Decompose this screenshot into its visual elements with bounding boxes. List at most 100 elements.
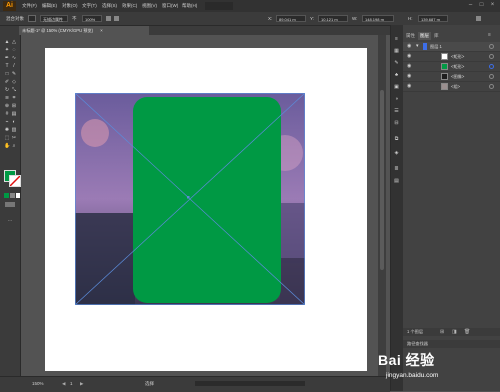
pathfinder-panel-header[interactable]: 路径查找器 bbox=[403, 340, 500, 348]
artwork[interactable] bbox=[75, 93, 305, 305]
transparency-icon[interactable]: ◑ bbox=[392, 96, 401, 103]
fill-swatch[interactable] bbox=[28, 15, 36, 22]
menu-type[interactable]: 文字(T) bbox=[82, 3, 97, 9]
menu-help[interactable]: 帮助(H) bbox=[182, 3, 197, 9]
slice-tool-icon[interactable]: ✂ bbox=[11, 135, 17, 141]
layer-target-icon[interactable] bbox=[489, 54, 494, 59]
visibility-eye-icon[interactable]: ◉ bbox=[407, 82, 411, 91]
layer-target-icon[interactable] bbox=[489, 64, 494, 69]
menu-file[interactable]: 文件(F) bbox=[22, 3, 37, 9]
paintbrush-icon[interactable]: ✎ bbox=[11, 71, 17, 77]
stroke-dropdown[interactable]: 无描边属性 bbox=[40, 15, 68, 22]
appearance-icon[interactable]: ☰ bbox=[392, 108, 401, 115]
align-panel-icon[interactable]: ⊟ bbox=[392, 120, 401, 127]
draw-mode-icon[interactable] bbox=[5, 202, 15, 207]
direct-selection-tool-icon[interactable]: △ bbox=[11, 39, 17, 45]
zoom-level[interactable]: 150% bbox=[32, 381, 44, 386]
brushes-icon[interactable]: ✎ bbox=[392, 60, 401, 67]
more-options-icon[interactable] bbox=[476, 16, 481, 21]
menu-effect[interactable]: 效果(C) bbox=[122, 3, 137, 9]
gradient-mode-icon[interactable] bbox=[10, 193, 15, 198]
layer-row[interactable]: ◉ <矩形> bbox=[403, 52, 500, 62]
x-field[interactable]: 89.041 m bbox=[276, 15, 306, 22]
scale-tool-icon[interactable]: ⤡ bbox=[11, 87, 17, 93]
y-field[interactable]: 10.121 m bbox=[318, 15, 348, 22]
delete-layer-icon[interactable]: 🗑 bbox=[464, 329, 470, 335]
panel-menu-icon[interactable]: ≡ bbox=[488, 32, 491, 38]
document-tab[interactable]: 未标题-1* @ 150% (CMYK/GPU 预览) × bbox=[19, 26, 149, 35]
eraser-icon[interactable]: ◇ bbox=[11, 79, 17, 85]
lasso-icon[interactable]: ◌ bbox=[11, 47, 17, 53]
zoom-tool-icon[interactable]: ⌕ bbox=[11, 143, 17, 149]
mesh-tool-icon[interactable]: # bbox=[4, 111, 10, 117]
swatches-icon[interactable]: ▦ bbox=[392, 48, 401, 55]
layer-target-icon[interactable] bbox=[489, 44, 494, 49]
workspace-switcher[interactable] bbox=[205, 2, 233, 10]
menu-edit[interactable]: 编辑(E) bbox=[42, 3, 57, 9]
more-tools-icon[interactable]: ⋯ bbox=[7, 218, 13, 224]
magic-wand-icon[interactable]: ✦ bbox=[4, 47, 10, 53]
layer-row[interactable]: ◉ <矩形> bbox=[403, 62, 500, 72]
minimize-icon[interactable]: – bbox=[466, 1, 475, 10]
layer-target-icon[interactable] bbox=[489, 74, 494, 79]
green-rounded-rectangle[interactable] bbox=[133, 97, 281, 303]
gradient-tool-icon[interactable]: ▤ bbox=[11, 111, 17, 117]
width-tool-icon[interactable]: ≋ bbox=[4, 95, 10, 101]
artboard-number[interactable]: 1 bbox=[70, 381, 73, 386]
close-icon[interactable]: × bbox=[488, 1, 497, 10]
gradient-panel-icon[interactable]: ▤ bbox=[392, 178, 401, 185]
shape-builder-icon[interactable]: ⊕ bbox=[4, 103, 10, 109]
line-tool-icon[interactable]: / bbox=[11, 63, 17, 69]
rectangle-tool-icon[interactable]: □ bbox=[4, 71, 10, 77]
menu-select[interactable]: 选择(S) bbox=[102, 3, 117, 9]
tab-properties[interactable]: 属性 bbox=[406, 33, 415, 39]
pathfinder-icon[interactable]: ⧉ bbox=[392, 136, 401, 143]
symbols-icon[interactable]: ♣ bbox=[392, 72, 401, 79]
properties-icon[interactable]: ≡ bbox=[392, 36, 401, 43]
layer-row[interactable]: ◉ <组> bbox=[403, 82, 500, 92]
visibility-eye-icon[interactable]: ◉ bbox=[407, 42, 411, 51]
rotate-tool-icon[interactable]: ↻ bbox=[4, 87, 10, 93]
free-transform-icon[interactable]: ⌗ bbox=[11, 95, 17, 101]
opacity-field[interactable]: 100% bbox=[82, 15, 102, 22]
h-field[interactable]: 139.687 m bbox=[418, 15, 448, 22]
hand-tool-icon[interactable]: ✋ bbox=[4, 143, 10, 149]
type-tool-icon[interactable]: T bbox=[4, 63, 10, 69]
transform-icon[interactable] bbox=[114, 16, 119, 21]
graphic-styles-icon[interactable]: ▣ bbox=[392, 84, 401, 91]
color-mode-icon[interactable] bbox=[4, 193, 9, 198]
maximize-icon[interactable]: □ bbox=[477, 1, 486, 10]
menu-view[interactable]: 视图(V) bbox=[142, 3, 157, 9]
visibility-eye-icon[interactable]: ◉ bbox=[407, 52, 411, 61]
symbol-sprayer-icon[interactable]: ✺ bbox=[4, 127, 10, 133]
visibility-eye-icon[interactable]: ◉ bbox=[407, 72, 411, 81]
stroke-color-swatch[interactable] bbox=[9, 175, 21, 187]
expand-icon[interactable]: ▾ bbox=[416, 42, 419, 51]
menu-window[interactable]: 窗口(W) bbox=[162, 3, 178, 9]
pen-tool-icon[interactable]: ✒ bbox=[4, 55, 10, 61]
stroke-panel-icon[interactable]: ≣ bbox=[392, 166, 401, 173]
graph-tool-icon[interactable]: ▥ bbox=[11, 127, 17, 133]
tab-layers[interactable]: 图层 bbox=[418, 32, 431, 40]
align-icon[interactable] bbox=[106, 16, 111, 21]
eyedropper-icon[interactable]: ⌁ bbox=[4, 119, 10, 125]
layer-target-icon[interactable] bbox=[489, 84, 494, 89]
none-mode-icon[interactable] bbox=[16, 193, 20, 198]
artboard-nav-next-icon[interactable]: ▶ bbox=[80, 381, 83, 387]
color-guide-icon[interactable]: ◈ bbox=[392, 150, 401, 157]
visibility-eye-icon[interactable]: ◉ bbox=[407, 62, 411, 71]
selection-tool-icon[interactable]: ▲ bbox=[4, 39, 10, 45]
blend-tool-icon[interactable]: ◐ bbox=[11, 119, 17, 125]
shaper-tool-icon[interactable]: ✐ bbox=[4, 79, 10, 85]
make-clipping-mask-icon[interactable]: ◨ bbox=[452, 329, 457, 335]
layer-row[interactable]: ◉ ▾ 图层 1 bbox=[403, 42, 500, 52]
w-field[interactable]: 148.198 m bbox=[362, 15, 394, 22]
scrollbar-thumb[interactable] bbox=[380, 90, 384, 270]
horizontal-scrollbar[interactable] bbox=[195, 381, 305, 386]
perspective-grid-icon[interactable]: ⊞ bbox=[11, 103, 17, 109]
artboard-nav-prev-icon[interactable]: ◀ bbox=[62, 381, 65, 387]
tab-libraries[interactable]: 库 bbox=[434, 33, 439, 39]
new-layer-icon[interactable]: ⊞ bbox=[440, 329, 444, 335]
artboard-tool-icon[interactable]: ⬚ bbox=[4, 135, 10, 141]
curvature-tool-icon[interactable]: ∿ bbox=[11, 55, 17, 61]
